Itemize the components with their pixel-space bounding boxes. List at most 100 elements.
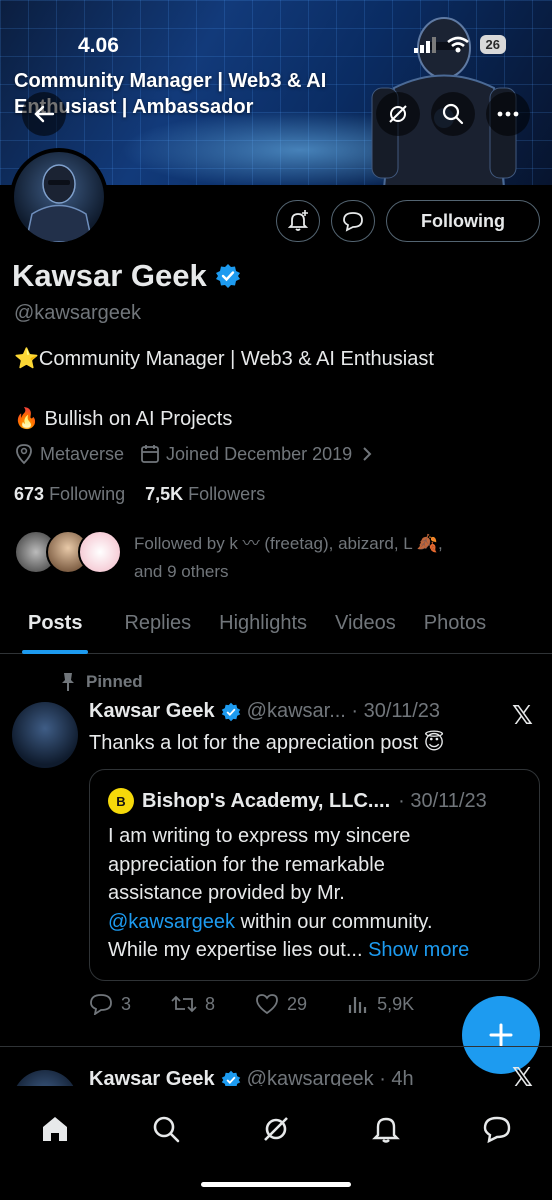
quoted-post-date: · 30/11/23 [398, 789, 487, 812]
quoted-author-avatar: B [108, 788, 134, 814]
views-button[interactable]: 5,9K [347, 993, 414, 1015]
profile-name-row: Kawsar Geek [12, 258, 241, 294]
reply-count: 3 [121, 993, 132, 1014]
tab-replies[interactable]: Replies [110, 600, 205, 653]
grok-icon [264, 1117, 288, 1141]
location-text: Metaverse [40, 443, 125, 464]
grok-icon [389, 105, 407, 123]
profile-avatar[interactable] [10, 148, 108, 246]
profile-meta: Metaverse Joined December 2019 [14, 443, 374, 465]
avatar [78, 530, 122, 574]
repost-icon [171, 995, 197, 1013]
back-button[interactable] [22, 92, 66, 136]
profile-name: Kawsar Geek [12, 258, 207, 293]
followers-label: Followers [188, 484, 266, 504]
calendar-icon [141, 445, 159, 463]
mention-link[interactable]: @kawsargeek [108, 911, 235, 933]
followed-by-avatars[interactable] [14, 530, 122, 574]
like-count: 29 [287, 993, 308, 1014]
search-icon [153, 1116, 179, 1143]
followers-link[interactable]: 7,5K Followers [145, 484, 265, 504]
reply-icon [90, 994, 112, 1015]
quoted-text-line: While my expertise lies out... Show more [108, 936, 521, 965]
nav-search[interactable] [141, 1104, 191, 1154]
post-author-avatar[interactable] [12, 702, 78, 768]
search-icon [442, 103, 464, 125]
joined-date: Joined December 2019 [166, 443, 353, 464]
search-button[interactable] [431, 92, 475, 136]
nav-notifications[interactable] [361, 1104, 411, 1154]
arrow-left-icon [34, 105, 55, 123]
verified-badge-icon [221, 702, 240, 721]
chevron-right-icon[interactable] [360, 445, 374, 463]
verified-badge-icon[interactable] [215, 263, 241, 289]
tab-highlights[interactable]: Highlights [205, 600, 321, 653]
more-options-button[interactable] [486, 92, 530, 136]
message-button[interactable] [331, 200, 375, 242]
repost-button[interactable]: 8 [171, 993, 215, 1015]
repost-count: 8 [205, 993, 216, 1014]
quoted-post-body: I am writing to express my sincere appre… [108, 822, 521, 965]
notify-bell-button[interactable] [276, 200, 320, 242]
like-button[interactable]: 29 [255, 993, 307, 1015]
post-header: Kawsar Geek @kawsar... · 30/11/23 [89, 700, 440, 723]
tab-photos[interactable]: Photos [410, 600, 500, 653]
following-label: Following [49, 484, 126, 504]
home-indicator [201, 1182, 351, 1187]
followed-by-line-1: Followed by k 〰 (freetag), abizard, L 🍂, [134, 534, 443, 553]
pin-icon [62, 673, 74, 691]
quoted-text-rest: within our community. [235, 910, 433, 933]
chat-bubble-icon [343, 212, 363, 232]
following-count: 673 [14, 484, 45, 504]
grok-button[interactable] [376, 92, 420, 136]
post-text: Thanks a lot for the appreciation post 😇 [89, 732, 445, 754]
post-divider [0, 1046, 552, 1047]
followed-by-line-2: and 9 others [134, 562, 229, 581]
battery-indicator: 26 [479, 35, 506, 54]
chat-bubble-icon [483, 1116, 510, 1144]
reply-button[interactable]: 3 [89, 993, 131, 1015]
location-pin-icon [16, 444, 32, 465]
x-logo-icon[interactable]: 𝕏 [512, 700, 533, 731]
quoted-text-line: I am writing to express my sincere [108, 825, 411, 847]
profile-tabs: Posts Replies Highlights Videos Photos [0, 600, 552, 654]
banner-line-1: Community Manager | Web3 & AI [14, 70, 327, 92]
pinned-label: Pinned [86, 672, 143, 691]
status-icons: 26 [413, 35, 506, 54]
following-link[interactable]: 673 Following [14, 484, 125, 504]
post-actions: 3 8 29 5,9K [89, 993, 454, 1015]
wifi-icon [446, 36, 469, 52]
quoted-post-header: B Bishop's Academy, LLC.... · 30/11/23 [108, 788, 521, 814]
quoted-author-name: Bishop's Academy, LLC.... [142, 789, 391, 812]
nav-home[interactable] [30, 1104, 80, 1154]
post-author-name[interactable]: Kawsar Geek [89, 700, 215, 723]
avatar-robot-image [25, 164, 93, 242]
follow-counts: 673 Following 7,5K Followers [14, 484, 265, 505]
quoted-text-line: assistance provided by Mr. [108, 882, 345, 904]
heart-icon [256, 994, 278, 1015]
bell-icon [372, 1117, 401, 1143]
pinned-indicator: Pinned [60, 672, 143, 692]
show-more-link[interactable]: Show more [368, 939, 469, 961]
quoted-post[interactable]: B Bishop's Academy, LLC.... · 30/11/23 I… [89, 769, 540, 981]
quoted-text-line: appreciation for the remarkable [108, 853, 385, 876]
quoted-text-line: @kawsargeek within our community. [108, 908, 521, 937]
nav-messages[interactable] [472, 1104, 522, 1154]
followers-count: 7,5K [145, 484, 184, 504]
status-time: 4.06 [78, 34, 119, 57]
bio-line-1: ⭐Community Manager | Web3 & AI Enthusias… [14, 348, 434, 370]
bio-line-2: 🔥 Bullish on AI Projects [14, 408, 233, 430]
profile-handle: @kawsargeek [14, 302, 142, 324]
cellular-signal-icon [413, 36, 436, 53]
home-icon [43, 1117, 68, 1141]
quoted-text-truncated: While my expertise lies out... [108, 939, 363, 961]
post-handle-date: @kawsar... · 30/11/23 [246, 700, 440, 722]
tab-posts[interactable]: Posts [0, 600, 110, 654]
nav-grok[interactable] [251, 1104, 301, 1154]
tab-videos[interactable]: Videos [321, 600, 410, 653]
following-button[interactable]: Following [386, 200, 540, 242]
followed-by-text[interactable]: Followed by k 〰 (freetag), abizard, L 🍂,… [134, 530, 534, 586]
more-dots-icon [497, 111, 519, 117]
views-count: 5,9K [377, 993, 415, 1014]
bell-plus-icon [287, 210, 309, 231]
